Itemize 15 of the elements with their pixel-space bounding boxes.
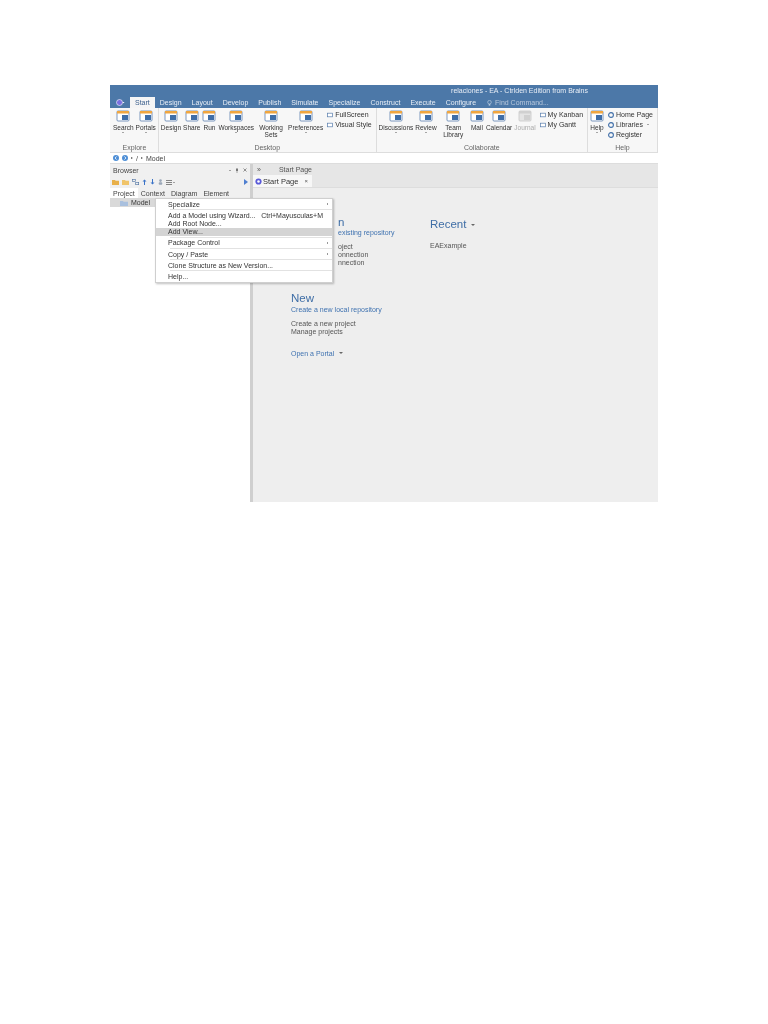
lightbulb-icon [487,100,493,106]
section-heading: New [291,292,314,305]
up-arrow-icon[interactable] [142,179,147,185]
pin-icon[interactable] [235,167,239,173]
play-icon[interactable] [244,179,248,185]
diagram-icon[interactable] [132,179,139,185]
caret-icon[interactable] [471,223,476,226]
menu-icon[interactable] [166,179,175,185]
section-heading: Recent [430,218,467,231]
back-button[interactable] [113,155,119,161]
forward-button[interactable] [122,155,128,161]
down-arrow-icon[interactable] [150,179,155,185]
section-heading: n [338,216,345,229]
close-icon[interactable] [243,168,247,172]
caret-icon[interactable] [339,352,344,354]
